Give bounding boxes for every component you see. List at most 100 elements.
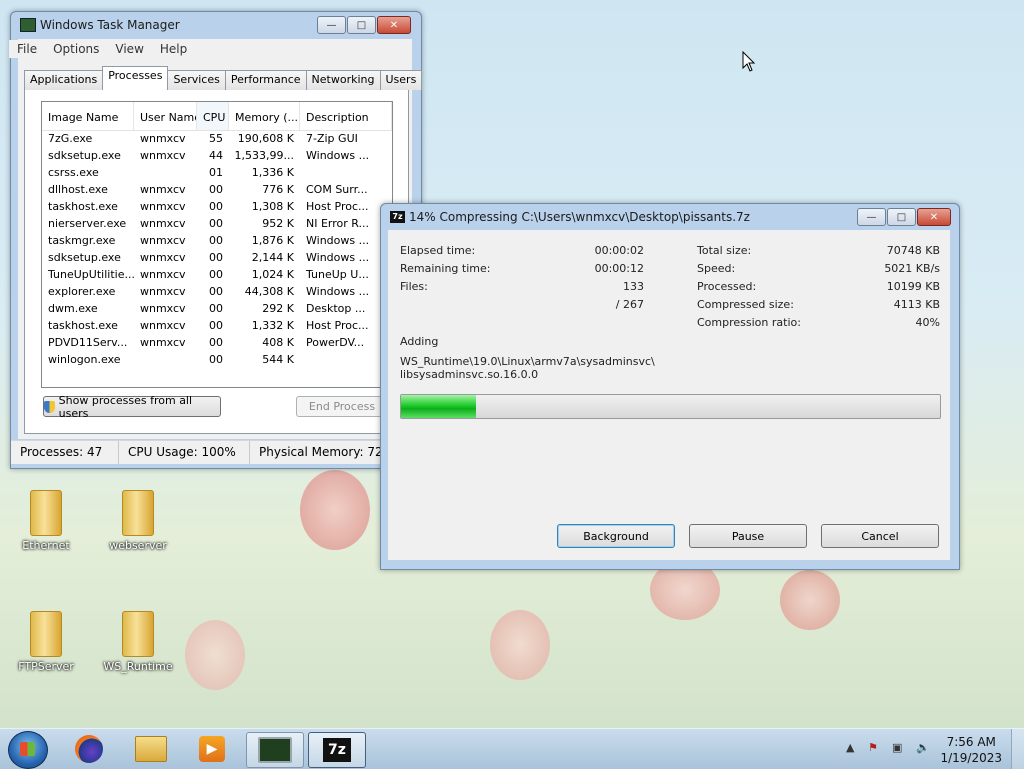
tab-performance[interactable]: Performance [224,70,307,90]
table-row[interactable]: nierserver.exe wnmxcv 00 952 K NI Error R... [42,216,392,233]
cell-memory: 292 K [262,302,294,315]
cell-description: Host Proc... [306,319,369,332]
cell-image-name: csrss.exe [48,166,99,179]
elapsed-time-label: Elapsed time: [400,244,476,257]
table-row[interactable]: winlogon.exe 00 544 K [42,352,392,369]
cell-image-name: dllhost.exe [48,183,108,196]
maximize-button[interactable]: □ [347,16,376,34]
tab-applications[interactable]: Applications [24,70,104,90]
desktop-icon-ethernet[interactable]: Ethernet [6,490,86,552]
files-label: Files: [400,280,428,293]
table-row[interactable]: csrss.exe 01 1,336 K [42,165,392,182]
desktop-icon-ws-runtime[interactable]: WS_Runtime [98,611,178,673]
adding-label: Adding [400,335,439,348]
task-manager-titlebar[interactable]: Windows Task Manager — □ ✕ [11,12,421,38]
compression-ratio-value: 40% [915,316,940,329]
volume-muted-icon[interactable]: 🔈 [916,741,930,754]
process-list-header: Image Name User Name CPU Memory (... Des… [42,102,392,131]
cell-memory: 1,308 K [251,200,294,213]
taskbar-explorer[interactable] [123,732,179,766]
taskbar-media-player[interactable]: ▶ [184,732,240,766]
processed-label: Processed: [697,280,757,293]
cell-user-name: wnmxcv [140,183,186,196]
taskbar-clock[interactable]: 7:56 AM 1/19/2023 [940,734,1002,766]
taskbar-7zip[interactable]: 7z [308,732,366,768]
taskbar-firefox[interactable] [61,732,117,766]
desktop-icon-label: WS_Runtime [103,660,173,673]
maximize-button[interactable]: □ [887,208,916,226]
cell-image-name: PDVD11Serv... [48,336,128,349]
wallpaper-tulip [300,470,370,550]
clock-date: 1/19/2023 [940,751,1002,765]
menu-view[interactable]: View [107,40,151,58]
cell-memory: 408 K [262,336,294,349]
network-icon[interactable]: ▣ [892,741,902,754]
current-file-path-line2: libsysadminsvc.so.16.0.0 [400,368,539,381]
end-process-button[interactable]: End Process [296,396,388,417]
pause-button[interactable]: Pause [689,524,807,548]
menu-file[interactable]: File [9,40,45,58]
column-description[interactable]: Description [300,102,392,130]
table-row[interactable]: sdksetup.exe wnmxcv 00 2,144 K Windows ... [42,250,392,267]
table-row[interactable]: taskhost.exe wnmxcv 00 1,308 K Host Proc... [42,199,392,216]
current-file-path-line1: WS_Runtime\19.0\Linux\armv7a\sysadminsvc… [400,355,655,368]
table-row[interactable]: dwm.exe wnmxcv 00 292 K Desktop ... [42,301,392,318]
cell-image-name: TuneUpUtilitie... [48,268,134,281]
table-row[interactable]: taskhost.exe wnmxcv 00 1,332 K Host Proc... [42,318,392,335]
cell-memory: 1,876 K [251,234,294,247]
tab-networking[interactable]: Networking [305,70,381,90]
desktop-icon-ftpserver[interactable]: FTPServer [6,611,86,673]
action-center-flag-icon[interactable]: ⚑ [868,741,878,754]
start-button[interactable] [8,731,48,769]
cell-user-name [134,165,197,182]
show-all-processes-button[interactable]: Show processes from all users [43,394,221,420]
mouse-cursor-icon [742,51,756,72]
column-user-name[interactable]: User Name [134,102,197,130]
table-row[interactable]: dllhost.exe wnmxcv 00 776 K COM Surr... [42,182,392,199]
wallpaper-tulip [490,610,550,680]
desktop-icon-webserver[interactable]: webserver [98,490,178,552]
taskbar: ▶ 7z ▲ ⚑ ▣ 🔈 7:56 AM 1/19/2023 [0,728,1024,769]
firefox-icon [75,735,103,763]
tab-processes[interactable]: Processes [102,66,169,90]
cell-cpu: 00 [209,217,223,230]
minimize-button[interactable]: — [317,16,346,34]
table-row[interactable]: PDVD11Serv... wnmxcv 00 408 K PowerDV... [42,335,392,352]
menu-help[interactable]: Help [152,40,195,58]
cell-cpu: 00 [209,353,223,366]
process-list[interactable]: Image Name User Name CPU Memory (... Des… [41,101,393,388]
table-row[interactable]: sdksetup.exe wnmxcv 44 1,533,99... Windows .… [42,148,392,165]
taskbar-task-manager[interactable] [246,732,304,768]
column-image-name[interactable]: Image Name [42,102,134,130]
column-memory[interactable]: Memory (... [229,102,300,130]
cell-user-name: wnmxcv [140,200,186,213]
cancel-button[interactable]: Cancel [821,524,939,548]
table-row[interactable]: explorer.exe wnmxcv 00 44,308 K Windows ... [42,284,392,301]
minimize-button[interactable]: — [857,208,886,226]
cell-memory: 1,024 K [251,268,294,281]
sevenzip-titlebar[interactable]: 7z 14% Compressing C:\Users\wnmxcv\Deskt… [381,204,959,230]
cell-image-name: taskhost.exe [48,200,118,213]
show-hidden-icons-button[interactable]: ▲ [846,741,854,754]
table-row[interactable]: taskmgr.exe wnmxcv 00 1,876 K Windows ... [42,233,392,250]
close-button[interactable]: ✕ [377,16,411,34]
cell-memory: 190,608 K [237,132,294,145]
process-rows: 7zG.exe wnmxcv 55 190,608 K 7-Zip GUI sdksetu… [42,131,392,369]
background-button[interactable]: Background [557,524,675,548]
cell-cpu: 00 [209,336,223,349]
tab-services[interactable]: Services [167,70,226,90]
table-row[interactable]: TuneUpUtilitie... wnmxcv 00 1,024 K TuneUp U… [42,267,392,284]
cell-user-name [134,352,197,369]
table-row[interactable]: 7zG.exe wnmxcv 55 190,608 K 7-Zip GUI [42,131,392,148]
cell-cpu: 55 [209,132,223,145]
compression-progress-bar [400,394,941,419]
show-desktop-button[interactable] [1011,729,1024,769]
compression-ratio-label: Compression ratio: [697,316,801,329]
uac-shield-icon [44,400,55,413]
close-button[interactable]: ✕ [917,208,951,226]
column-cpu[interactable]: CPU [197,102,229,130]
cell-memory: 952 K [262,217,294,230]
menu-options[interactable]: Options [45,40,107,58]
cell-user-name: wnmxcv [140,234,186,247]
tab-users[interactable]: Users [379,70,423,90]
